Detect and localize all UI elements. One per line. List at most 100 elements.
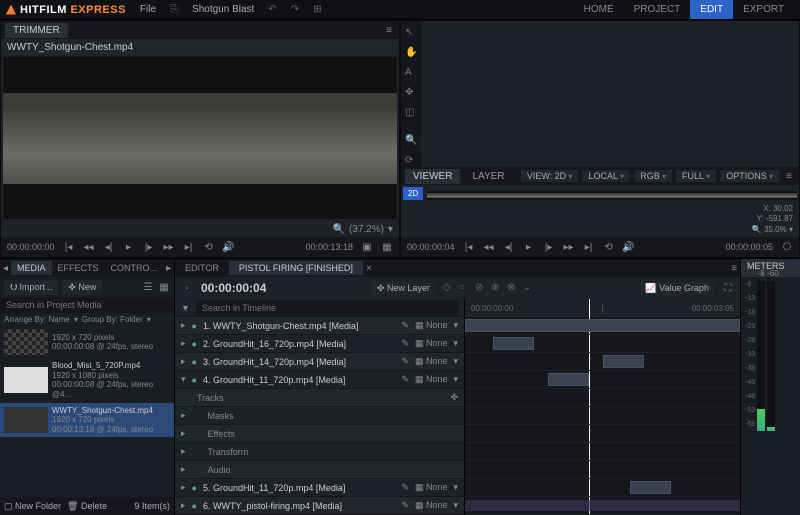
layer-row[interactable]: ▾●4. GroundHit_11_720p.mp4 [Media]✎▦ Non… xyxy=(175,371,464,389)
editor-menu-icon[interactable]: ≡ xyxy=(728,262,740,274)
next-frame-icon[interactable]: |▸ xyxy=(143,241,155,253)
tl-icon-3[interactable]: ⊘ xyxy=(475,282,487,294)
mask-icon[interactable]: ◫ xyxy=(405,107,417,119)
tracks-row[interactable]: Tracks✜ xyxy=(175,389,464,407)
media-tab[interactable]: MEDIA xyxy=(11,261,52,275)
redo-icon[interactable]: ↷ xyxy=(291,4,299,15)
menu-file[interactable]: File xyxy=(140,4,156,15)
viewer-tab[interactable]: VIEWER xyxy=(405,169,460,184)
group-row[interactable]: ▸Audio xyxy=(175,461,464,479)
delete-button[interactable]: 🗑 Delete xyxy=(67,501,107,512)
grid-view-icon[interactable]: ▦ xyxy=(158,281,170,293)
value-graph-button[interactable]: 📈 Value Graph xyxy=(640,282,714,295)
v-step-back-icon[interactable]: ◂◂ xyxy=(483,241,495,253)
pointer-icon[interactable]: ↖ xyxy=(405,27,417,39)
zoom-icon[interactable]: 🔍 xyxy=(405,135,417,147)
refresh-icon[interactable]: ⟳ xyxy=(405,155,417,167)
group-dropdown[interactable]: Group By: Folder xyxy=(82,315,143,324)
nav-edit[interactable]: EDIT xyxy=(690,0,733,19)
prev-frame-icon[interactable]: ◂| xyxy=(103,241,115,253)
expand-icon[interactable]: ⛶ xyxy=(722,282,734,294)
text-icon[interactable]: A xyxy=(405,67,417,79)
undo-icon[interactable]: ↶ xyxy=(268,4,276,15)
options-dropdown[interactable]: OPTIONS xyxy=(720,170,779,182)
goto-start-icon[interactable]: |◂ xyxy=(63,241,75,253)
timeline[interactable]: 00:00:00:00|00:00:03:05 xyxy=(465,299,740,515)
quality-dropdown[interactable]: FULL xyxy=(676,170,716,182)
v-opts-icon[interactable]: ⎔ xyxy=(781,241,793,253)
v-prev-frame-icon[interactable]: ◂| xyxy=(503,241,515,253)
media-prev-icon[interactable]: ◂ xyxy=(0,262,11,274)
step-back-icon[interactable]: ◂◂ xyxy=(83,241,95,253)
layer-row[interactable]: ▸●1. WWTY_Shotgun-Chest.mp4 [Media]✎▦ No… xyxy=(175,317,464,335)
v-goto-start-icon[interactable]: |◂ xyxy=(463,241,475,253)
clip[interactable] xyxy=(603,355,644,368)
v-step-fwd-icon[interactable]: ▸▸ xyxy=(563,241,575,253)
editor-tab[interactable]: EDITOR xyxy=(175,261,229,275)
marker-icon[interactable]: ◦ xyxy=(181,282,193,294)
effects-tab[interactable]: EFFECTS xyxy=(52,261,105,275)
channel-dropdown[interactable]: RGB xyxy=(634,170,672,182)
tl-icon-1[interactable]: ◇ xyxy=(443,282,455,294)
blend-icon[interactable]: ✎ xyxy=(401,320,409,331)
timeline-ruler[interactable]: 00:00:00:00|00:00:03:05 xyxy=(465,299,740,317)
list-view-icon[interactable]: ☰ xyxy=(142,281,154,293)
editor-timecode[interactable]: 00:00:00:04 xyxy=(201,281,266,295)
search-icon[interactable]: 🔍 xyxy=(333,224,345,235)
filter-icon[interactable]: ▼ xyxy=(181,303,190,313)
clip[interactable] xyxy=(465,319,740,332)
layer-tab[interactable]: LAYER xyxy=(464,169,512,184)
clip[interactable] xyxy=(630,481,671,494)
nav-export[interactable]: EXPORT xyxy=(733,0,794,19)
space-dropdown[interactable]: LOCAL xyxy=(582,170,630,182)
v-next-frame-icon[interactable]: |▸ xyxy=(543,241,555,253)
timeline-search-input[interactable] xyxy=(196,300,458,316)
layer-row[interactable]: ▸●5. GroundHit_11_720p.mp4 [Media]✎▦ Non… xyxy=(175,479,464,497)
volume-icon[interactable]: 🔊 xyxy=(223,241,235,253)
loop-icon[interactable]: ⟲ xyxy=(203,241,215,253)
v-goto-end-icon[interactable]: ▸| xyxy=(583,241,595,253)
media-next-icon[interactable]: ▸ xyxy=(163,262,174,274)
trimmer-zoom[interactable]: (37.2%) xyxy=(349,224,384,235)
tl-icon-6[interactable]: ⌄ xyxy=(523,282,535,294)
new-layer-button[interactable]: ✜ New Layer xyxy=(372,282,435,295)
media-search-input[interactable] xyxy=(0,297,174,313)
v-volume-icon[interactable]: 🔊 xyxy=(623,241,635,253)
viewer-viewport[interactable] xyxy=(427,191,797,200)
new-folder-button[interactable]: ▢ New Folder xyxy=(4,501,61,512)
view-mode-dropdown[interactable]: VIEW: 2D xyxy=(521,170,579,182)
play-icon[interactable]: ▸ xyxy=(123,241,135,253)
goto-end-icon[interactable]: ▸| xyxy=(183,241,195,253)
close-tab-icon[interactable]: × xyxy=(363,262,375,274)
controls-tab[interactable]: CONTRO... xyxy=(105,261,164,275)
tl-icon-5[interactable]: ⊗ xyxy=(507,282,519,294)
trimmer-viewport[interactable] xyxy=(3,57,397,219)
blend-mode[interactable]: ▦ None xyxy=(415,320,448,331)
media-item[interactable]: WWTY_Shotgun-Chest.mp41920 x 720 pixels0… xyxy=(0,403,174,438)
v-play-icon[interactable]: ▸ xyxy=(523,241,535,253)
v-loop-icon[interactable]: ⟲ xyxy=(603,241,615,253)
chevron-down-icon[interactable]: ▾ xyxy=(388,224,393,235)
viewer-menu-icon[interactable]: ≡ xyxy=(783,170,795,182)
group-row[interactable]: ▸Transform xyxy=(175,443,464,461)
viewer-2d-tab[interactable]: 2D xyxy=(403,187,423,200)
arrange-dropdown[interactable]: Arrange By: Name xyxy=(4,315,70,324)
trimmer-menu-icon[interactable]: ≡ xyxy=(383,24,395,36)
nav-project[interactable]: PROJECT xyxy=(624,0,691,19)
clip[interactable] xyxy=(548,373,589,386)
menu-project-name[interactable]: Shotgun Blast xyxy=(192,4,254,15)
media-item[interactable]: 1920 x 720 pixels00:00:00:08 @ 24fps, st… xyxy=(0,326,174,358)
import-button[interactable]: ⮋ Import... xyxy=(4,280,58,295)
layer-row[interactable]: ▸●2. GroundHit_16_720p.mp4 [Media]✎▦ Non… xyxy=(175,335,464,353)
nav-home[interactable]: HOME xyxy=(574,0,624,19)
clip[interactable] xyxy=(493,337,534,350)
trimmer-tab[interactable]: TRIMMER xyxy=(5,23,68,38)
tl-icon-2[interactable]: ○ xyxy=(459,282,471,294)
add-track-icon[interactable]: ✜ xyxy=(450,392,458,403)
comp-tab[interactable]: PISTOL FIRING [FINISHED] xyxy=(229,261,363,275)
layer-row[interactable]: ▸●3. GroundHit_14_720p.mp4 [Media]✎▦ Non… xyxy=(175,353,464,371)
overlay-icon[interactable]: ▦ xyxy=(381,241,393,253)
insert-icon[interactable]: ▣ xyxy=(361,241,373,253)
audio-clip[interactable] xyxy=(465,500,740,511)
group-row[interactable]: ▸Effects xyxy=(175,425,464,443)
